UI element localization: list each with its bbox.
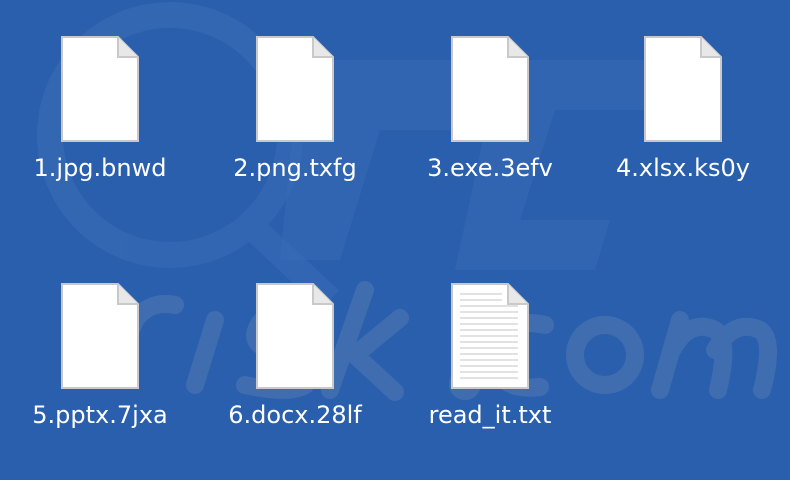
file-item-6[interactable]: 6.docx.28lf [200, 282, 390, 462]
blank-document-icon [255, 282, 335, 390]
file-item-2[interactable]: 2.png.txfg [200, 35, 390, 215]
file-name-label: 3.exe.3efv [427, 154, 553, 182]
file-item-1[interactable]: 1.jpg.bnwd [5, 35, 195, 215]
blank-document-icon [450, 35, 530, 143]
blank-document-icon [60, 35, 140, 143]
file-name-label: 5.pptx.7jxa [32, 401, 168, 429]
file-item-7[interactable]: read_it.txt [395, 282, 585, 462]
blank-document-icon [60, 282, 140, 390]
blank-document-icon [643, 35, 723, 143]
blank-document-icon [255, 35, 335, 143]
file-name-label: 4.xlsx.ks0y [616, 154, 750, 182]
file-item-3[interactable]: 3.exe.3efv [395, 35, 585, 215]
file-name-label: read_it.txt [428, 401, 552, 429]
file-item-5[interactable]: 5.pptx.7jxa [5, 282, 195, 462]
file-name-label: 6.docx.28lf [228, 401, 362, 429]
file-item-4[interactable]: 4.xlsx.ks0y [588, 35, 778, 215]
file-name-label: 1.jpg.bnwd [33, 154, 167, 182]
text-document-icon [450, 282, 530, 390]
desktop-file-area: 1.jpg.bnwd 2.png.txfg 3.exe.3efv 4.xlsx.… [0, 0, 790, 480]
file-name-label: 2.png.txfg [233, 154, 357, 182]
